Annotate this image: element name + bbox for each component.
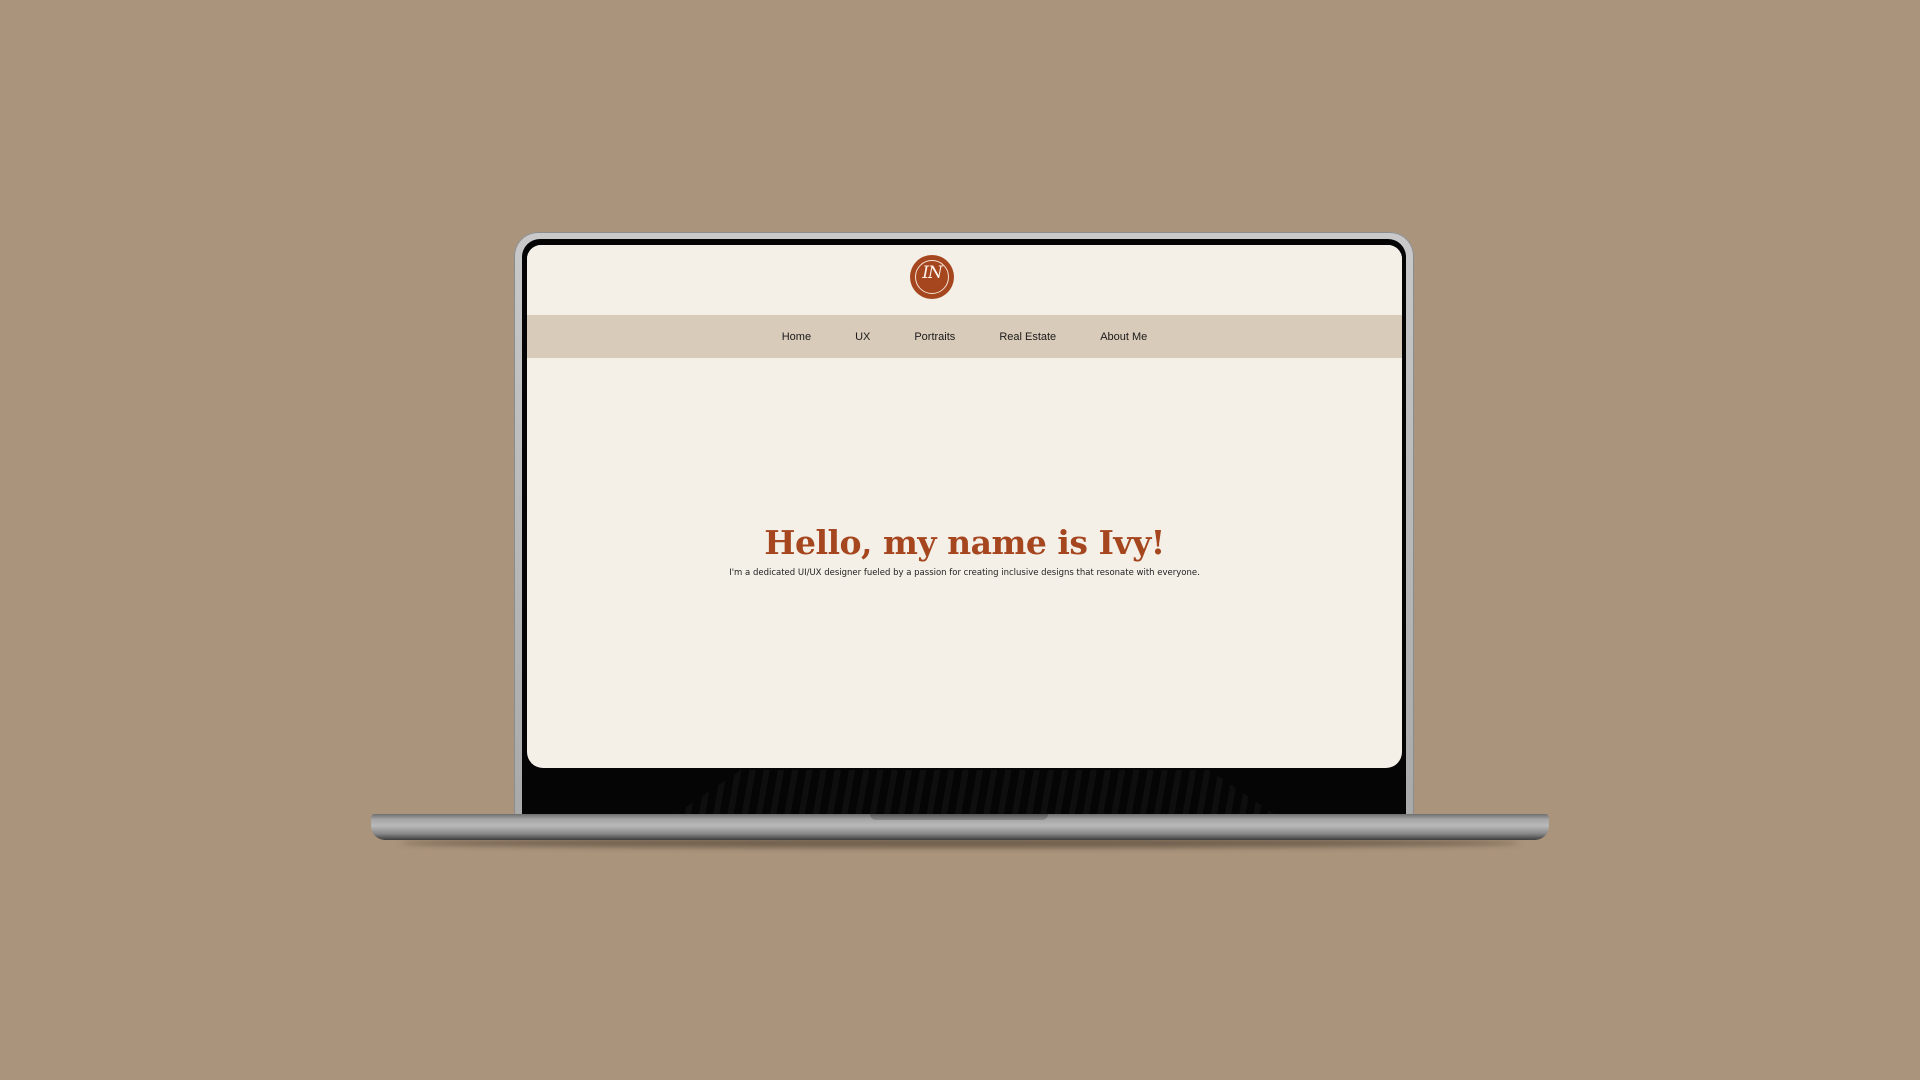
nav-item-home[interactable]: Home	[782, 331, 811, 343]
nav-item-portraits[interactable]: Portraits	[914, 331, 955, 343]
nav-item-real-estate[interactable]: Real Estate	[999, 331, 1056, 343]
hero-title: Hello, my name is Ivy!	[764, 523, 1165, 562]
hero-section: Hello, my name is Ivy! I'm a dedicated U…	[527, 523, 1402, 578]
mockup-stage: IN Home UX Portraits Real Estate About M…	[0, 0, 1920, 1080]
nav-item-ux[interactable]: UX	[855, 331, 870, 343]
hero-subtitle: I'm a dedicated UI/UX designer fueled by…	[729, 568, 1200, 578]
site-header: IN	[527, 245, 1402, 315]
logo-monogram: IN	[922, 263, 943, 283]
laptop-screen: IN Home UX Portraits Real Estate About M…	[527, 245, 1402, 768]
nav-item-about-me[interactable]: About Me	[1100, 331, 1147, 343]
main-nav: Home UX Portraits Real Estate About Me	[527, 315, 1402, 358]
keyboard-reflection	[676, 770, 1274, 814]
laptop-base-notch	[870, 814, 1048, 820]
logo[interactable]: IN	[912, 257, 952, 297]
